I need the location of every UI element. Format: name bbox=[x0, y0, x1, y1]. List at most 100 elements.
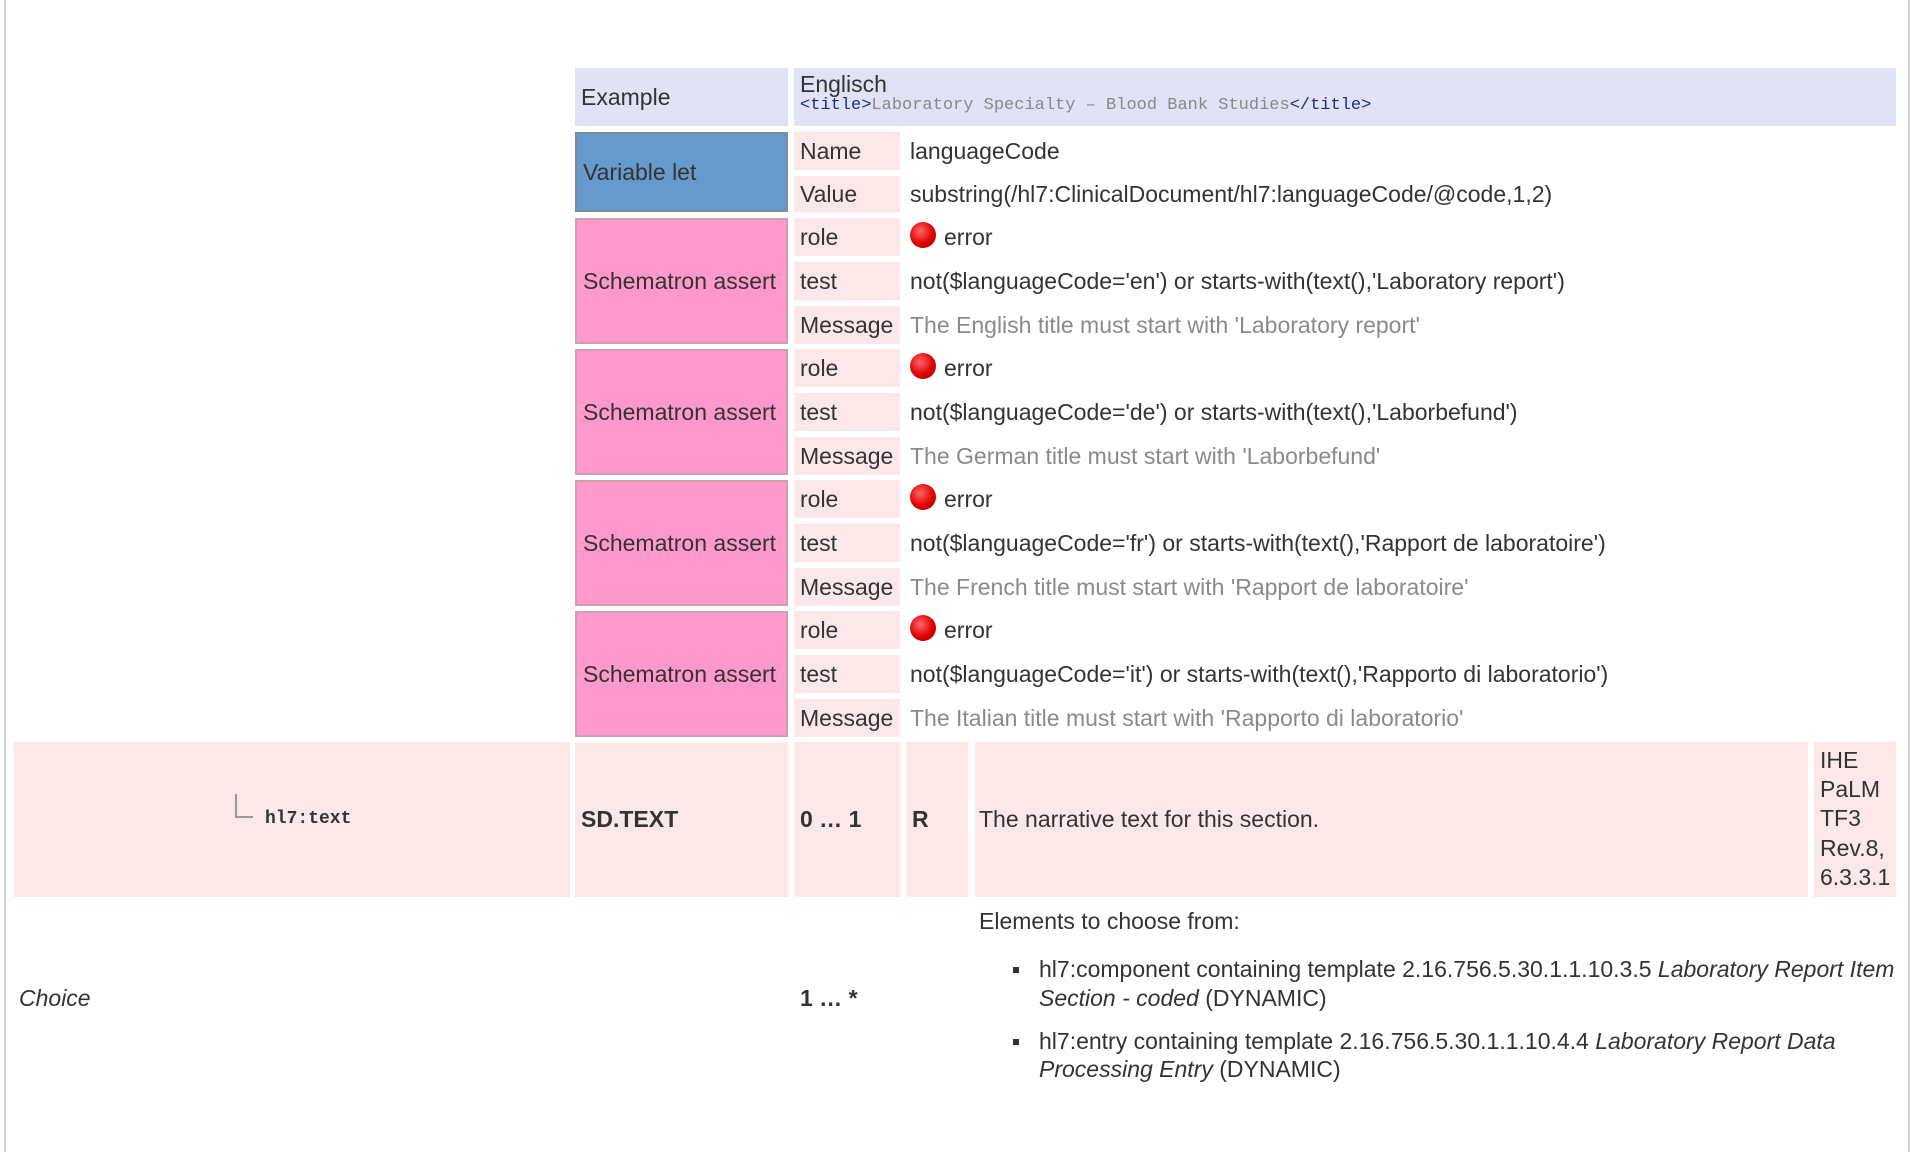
source-line: Rev.8, bbox=[1820, 834, 1885, 861]
test-key: test bbox=[794, 655, 900, 693]
variable-name-value-text: languageCode bbox=[910, 137, 1060, 164]
choice-label: Choice bbox=[19, 985, 91, 1011]
test-value: not($languageCode='fr') or starts-with(t… bbox=[906, 524, 1896, 562]
role-value: error bbox=[906, 349, 1896, 387]
role-value: error bbox=[906, 218, 1896, 256]
description-value: The narrative text for this section. bbox=[979, 806, 1320, 832]
conformance-value: R bbox=[912, 806, 929, 832]
item-prefix: hl7:entry containing template 2.16.756.5… bbox=[1039, 1027, 1596, 1054]
test-key-text: test bbox=[800, 398, 838, 425]
message-value: The French title must start with 'Rappor… bbox=[906, 568, 1896, 606]
role-value-text: error bbox=[944, 485, 993, 512]
variable-let-label: Variable let bbox=[575, 132, 788, 212]
message-key: Message bbox=[794, 699, 900, 737]
message-value-text: The English title must start with 'Labor… bbox=[910, 311, 1420, 338]
schematron-assert-label-text: Schematron assert bbox=[583, 529, 777, 556]
schematron-assert-label-text: Schematron assert bbox=[583, 398, 777, 425]
message-value: The German title must start with 'Laborb… bbox=[906, 437, 1896, 475]
example-code: <title>Laboratory Specialty – Blood Bank… bbox=[800, 96, 1890, 116]
cardinality-value: 0 … 1 bbox=[800, 806, 862, 832]
error-icon bbox=[910, 615, 936, 641]
code-close-tag: </title> bbox=[1289, 96, 1372, 116]
role-key-text: role bbox=[800, 485, 839, 512]
message-value: The English title must start with 'Labor… bbox=[906, 306, 1896, 344]
test-value-text: not($languageCode='it') or starts-with(t… bbox=[910, 660, 1609, 687]
choice-list: hl7:component containing template 2.16.7… bbox=[979, 955, 1896, 1084]
schematron-assert-label: Schematron assert bbox=[575, 218, 788, 344]
test-key-text: test bbox=[800, 529, 838, 556]
example-body: Englisch <title>Laboratory Specialty – B… bbox=[794, 68, 1896, 126]
left-border bbox=[4, 0, 6, 1152]
element-name[interactable]: hl7:text bbox=[265, 809, 351, 829]
source-cell: IHE PaLM TF3 Rev.8, 6.3.3.1 bbox=[1814, 742, 1896, 897]
test-value: not($languageCode='en') or starts-with(t… bbox=[906, 262, 1896, 300]
source-line: PaLM bbox=[1820, 776, 1881, 803]
test-value-text: not($languageCode='fr') or starts-with(t… bbox=[910, 529, 1606, 556]
error-icon bbox=[910, 353, 936, 379]
item-suffix: (DYNAMIC) bbox=[1198, 984, 1327, 1011]
variable-let-label-text: Variable let bbox=[583, 158, 697, 185]
schematron-assert-label: Schematron assert bbox=[575, 349, 788, 475]
role-key: role bbox=[794, 480, 900, 518]
test-key: test bbox=[794, 262, 900, 300]
error-icon bbox=[910, 484, 936, 510]
datatype-cell: SD.TEXT bbox=[575, 742, 788, 897]
role-value: error bbox=[906, 480, 1896, 518]
schematron-assert-label-text: Schematron assert bbox=[583, 267, 777, 294]
variable-name-key-text: Name bbox=[800, 137, 862, 164]
variable-name-value: languageCode bbox=[906, 132, 1896, 170]
message-key: Message bbox=[794, 568, 900, 606]
code-open-tag: <title> bbox=[800, 96, 872, 116]
list-item: hl7:entry containing template 2.16.756.5… bbox=[1013, 1027, 1896, 1085]
variable-value-value: substring(/hl7:ClinicalDocument/hl7:lang… bbox=[906, 176, 1896, 212]
test-value: not($languageCode='de') or starts-with(t… bbox=[906, 393, 1896, 431]
source-line: 6.3.3.1 bbox=[1820, 863, 1891, 890]
test-key-text: test bbox=[800, 267, 838, 294]
test-value-text: not($languageCode='en') or starts-with(t… bbox=[910, 267, 1565, 294]
role-key-text: role bbox=[800, 354, 839, 381]
variable-value-key-text: Value bbox=[800, 180, 858, 207]
message-key: Message bbox=[794, 437, 900, 475]
example-label: Example bbox=[575, 68, 788, 126]
error-icon bbox=[910, 222, 936, 248]
message-key: Message bbox=[794, 306, 900, 344]
schematron-assert-label-text: Schematron assert bbox=[583, 660, 777, 687]
schematron-assert-label: Schematron assert bbox=[575, 611, 788, 737]
test-key: test bbox=[794, 524, 900, 562]
role-key-text: role bbox=[800, 223, 839, 250]
datatype-value[interactable]: SD.TEXT bbox=[581, 806, 678, 833]
test-key-text: test bbox=[800, 660, 838, 687]
role-value-text: error bbox=[944, 616, 993, 643]
item-suffix: (DYNAMIC) bbox=[1212, 1056, 1341, 1083]
choice-intro: Elements to choose from: bbox=[979, 908, 1240, 934]
cardinality-cell: 0 … 1 bbox=[794, 742, 900, 897]
description-cell: The narrative text for this section. bbox=[975, 742, 1808, 897]
role-value-text: error bbox=[944, 223, 993, 250]
item-prefix: hl7:component containing template 2.16.7… bbox=[1039, 956, 1658, 982]
message-value: The Italian title must start with 'Rappo… bbox=[906, 699, 1896, 737]
message-value-text: The Italian title must start with 'Rappo… bbox=[910, 704, 1464, 731]
test-value: not($languageCode='it') or starts-with(t… bbox=[906, 655, 1896, 693]
role-key: role bbox=[794, 218, 900, 256]
variable-name-key: Name bbox=[794, 132, 900, 170]
schematron-assert-label: Schematron assert bbox=[575, 480, 788, 606]
variable-value-key: Value bbox=[794, 176, 900, 212]
source-line: TF3 bbox=[1820, 805, 1861, 832]
message-key-text: Message bbox=[800, 311, 894, 338]
message-value-text: The French title must start with 'Rappor… bbox=[910, 573, 1469, 600]
message-value-text: The German title must start with 'Laborb… bbox=[910, 442, 1381, 469]
message-key-text: Message bbox=[800, 442, 894, 469]
element-name-cell: hl7:text bbox=[14, 742, 570, 897]
test-key: test bbox=[794, 393, 900, 431]
role-value: error bbox=[906, 611, 1896, 649]
example-language: Englisch bbox=[800, 71, 887, 97]
role-key-text: role bbox=[800, 616, 839, 643]
source-line: IHE bbox=[1820, 747, 1859, 773]
example-label-text: Example bbox=[581, 83, 671, 110]
message-key-text: Message bbox=[800, 704, 894, 731]
code-text: Laboratory Specialty – Blood Bank Studie… bbox=[871, 96, 1290, 116]
conformance-cell: R bbox=[906, 742, 968, 897]
role-value-text: error bbox=[944, 354, 993, 381]
choice-content: Elements to choose from: hl7:component c… bbox=[979, 908, 1896, 1098]
role-key: role bbox=[794, 349, 900, 387]
